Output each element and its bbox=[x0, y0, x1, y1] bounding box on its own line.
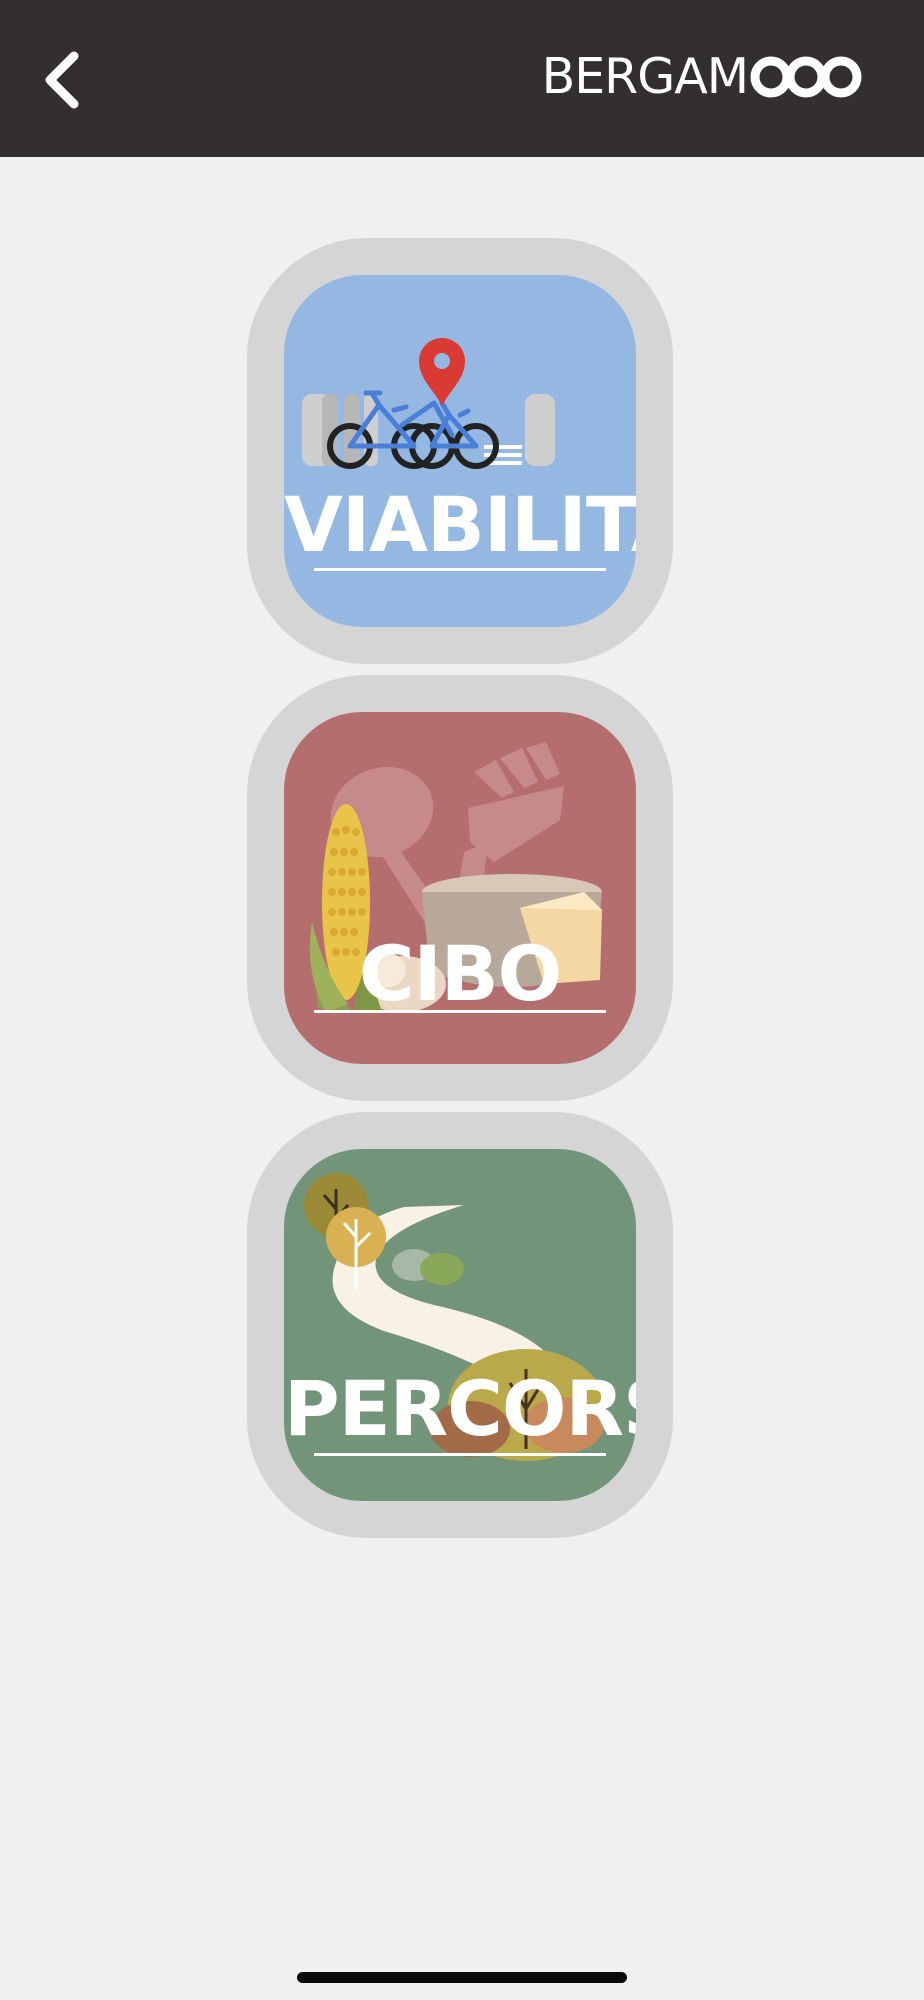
category-tile-cibo[interactable]: CIBO bbox=[247, 675, 673, 1101]
category-tile-percorsi[interactable]: PERCORSI bbox=[247, 1112, 673, 1538]
tile-face: VIABILITA' bbox=[284, 275, 636, 627]
tile-face: CIBO bbox=[284, 712, 636, 1064]
label-underline bbox=[314, 1010, 606, 1013]
back-button[interactable] bbox=[28, 40, 98, 120]
tile-face: PERCORSI bbox=[284, 1149, 636, 1501]
app-logo: BERGAM bbox=[542, 52, 862, 102]
bike-map-pin-illustration bbox=[302, 338, 555, 469]
three-rings-icon bbox=[750, 56, 862, 98]
logo-text: BERGAM bbox=[541, 48, 749, 105]
category-label: CIBO bbox=[358, 929, 563, 1018]
label-underline bbox=[314, 1453, 606, 1456]
label-underline bbox=[314, 568, 606, 571]
chevron-left-icon bbox=[45, 51, 79, 109]
category-label: VIABILITA' bbox=[284, 480, 636, 569]
category-tile-viabilita[interactable]: VIABILITA' bbox=[247, 238, 673, 664]
home-indicator[interactable] bbox=[297, 1972, 627, 1983]
app-header: BERGAM bbox=[0, 0, 924, 157]
category-label: PERCORSI bbox=[284, 1364, 636, 1453]
